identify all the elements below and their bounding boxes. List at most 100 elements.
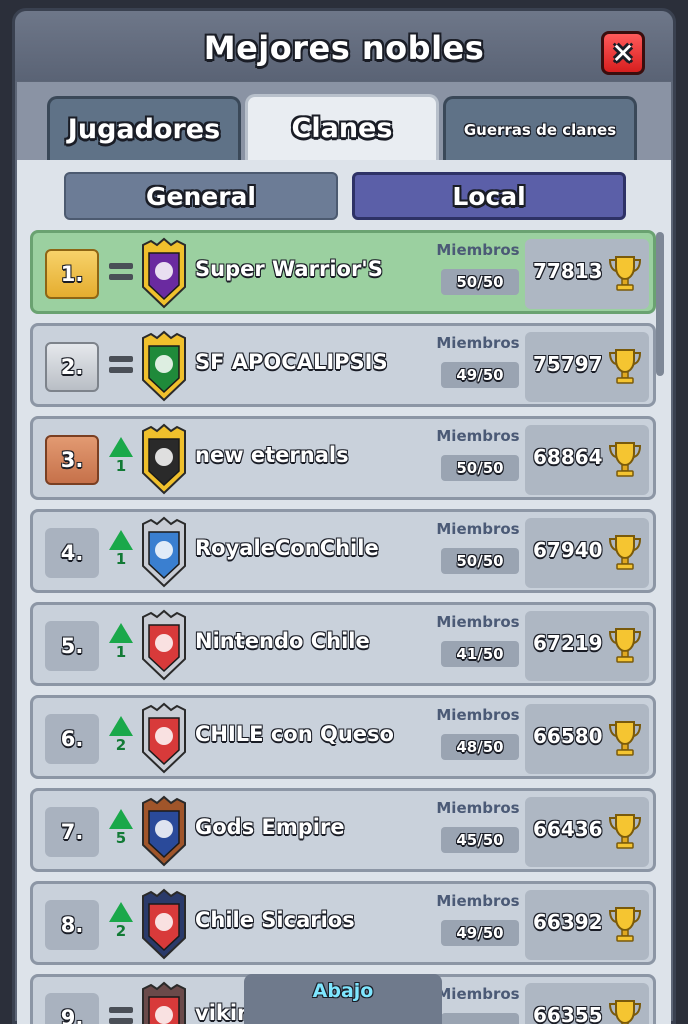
members-count: 49/50: [441, 920, 519, 946]
table-row[interactable]: 6. 2 CHILE con Queso Miembros 48/50 6658…: [30, 695, 656, 779]
trophy-count: 67219: [533, 631, 603, 655]
members-label: Miembros: [436, 520, 520, 538]
members-count: 49/50: [441, 362, 519, 388]
trophy-icon: [608, 907, 642, 942]
rank-trend: 5: [107, 807, 135, 857]
clan-badge-icon: [142, 423, 186, 495]
trophy-count: 66580: [533, 724, 603, 748]
filter-general-button[interactable]: General: [64, 172, 338, 220]
rank-badge: 9.: [45, 993, 99, 1024]
trophy-icon: [608, 256, 642, 291]
clan-badge-icon: [142, 888, 186, 960]
rank-trend: [107, 993, 135, 1024]
trophy-count: 75797: [533, 352, 603, 376]
members-label: Miembros: [436, 334, 520, 352]
rank-up-icon: [109, 902, 133, 922]
members-count: 48/50: [441, 734, 519, 760]
rank-trend: [107, 249, 135, 299]
trophy-icon: [608, 349, 642, 384]
rank-badge: 6.: [45, 714, 99, 764]
clan-name: Super Warrior'S: [195, 257, 383, 281]
table-row[interactable]: 5. 1 Nintendo Chile Miembros 41/50 67219: [30, 602, 656, 686]
table-row[interactable]: 4. 1 RoyaleConChile Miembros 50/50 67940: [30, 509, 656, 593]
members-count: [441, 1013, 519, 1024]
trophy-box: 66580: [525, 704, 649, 774]
rank-up-icon: [109, 437, 133, 457]
scrollbar[interactable]: [656, 232, 664, 376]
scroll-bottom-button[interactable]: Abajo: [244, 974, 442, 1024]
trophy-icon: [608, 442, 642, 477]
close-icon: ✕: [611, 36, 635, 70]
tab-clans[interactable]: Clanes: [245, 94, 439, 160]
trophy-count: 66392: [533, 910, 603, 934]
rank-up-icon: [109, 716, 133, 736]
rank-trend: 2: [107, 714, 135, 764]
rank-trend: 1: [107, 435, 135, 485]
clan-badge-icon: [142, 330, 186, 402]
members-count: 41/50: [441, 641, 519, 667]
rank-up-icon: [109, 530, 133, 550]
members-label: Miembros: [436, 427, 520, 445]
members-count: 50/50: [441, 548, 519, 574]
trophy-box: 66436: [525, 797, 649, 867]
rank-trend: 1: [107, 621, 135, 671]
trophy-box: 66355: [525, 983, 649, 1024]
clan-badge-icon: [142, 981, 186, 1024]
clan-badge-icon: [142, 237, 186, 309]
trophy-icon: [608, 628, 642, 663]
trophy-count: 66436: [533, 817, 603, 841]
members-label: Miembros: [436, 799, 520, 817]
rank-up-icon: [109, 623, 133, 643]
trophy-box: 67940: [525, 518, 649, 588]
rank-badge: 1.: [45, 249, 99, 299]
trophy-icon: [608, 814, 642, 849]
rank-change: 1: [115, 643, 127, 661]
rank-up-icon: [109, 809, 133, 829]
rank-change: 1: [115, 550, 127, 568]
table-row[interactable]: 2. SF APOCALIPSIS Miembros 49/50 75797: [30, 323, 656, 407]
rank-change: 1: [115, 457, 127, 475]
rank-badge: 2.: [45, 342, 99, 392]
clan-badge-icon: [142, 702, 186, 774]
rank-badge: 4.: [45, 528, 99, 578]
trophy-count: 67940: [533, 538, 603, 562]
clan-badge-icon: [142, 795, 186, 867]
title-bar: Mejores nobles ✕: [15, 11, 673, 81]
members-count: 50/50: [441, 455, 519, 481]
trophy-count: 68864: [533, 445, 603, 469]
rank-trend: 2: [107, 900, 135, 950]
clan-name: Nintendo Chile: [195, 629, 370, 653]
table-row[interactable]: 8. 2 Chile Sicarios Miembros 49/50 66392: [30, 881, 656, 965]
members-count: 45/50: [441, 827, 519, 853]
rank-change: 2: [115, 736, 127, 754]
members-label: Miembros: [436, 613, 520, 631]
tab-players[interactable]: Jugadores: [47, 96, 241, 160]
rank-change: 5: [115, 829, 127, 847]
clan-name: new eternals: [195, 443, 349, 467]
table-row[interactable]: 7. 5 Gods Empire Miembros 45/50 66436: [30, 788, 656, 872]
table-row[interactable]: 1. Super Warrior'S Miembros 50/50 77813: [30, 230, 656, 314]
trophy-box: 66392: [525, 890, 649, 960]
close-button[interactable]: ✕: [601, 31, 645, 75]
rank-trend: [107, 342, 135, 392]
clan-name: RoyaleConChile: [195, 536, 379, 560]
members-label: Miembros: [436, 706, 520, 724]
clan-name: Chile Sicarios: [195, 908, 355, 932]
rank-change: 2: [115, 922, 127, 940]
clan-badge-icon: [142, 609, 186, 681]
clan-name: Gods Empire: [195, 815, 345, 839]
rank-badge: 3.: [45, 435, 99, 485]
members-label: Miembros: [436, 892, 520, 910]
trophy-box: 67219: [525, 611, 649, 681]
filter-local-button[interactable]: Local: [352, 172, 626, 220]
trophy-icon: [608, 1000, 642, 1024]
rank-unchanged-icon: [109, 356, 133, 374]
trophy-box: 75797: [525, 332, 649, 402]
members-label: Miembros: [436, 985, 520, 1003]
trophy-icon: [608, 535, 642, 570]
tab-bar: Jugadores Clanes Guerras de clanes: [17, 82, 671, 162]
page-title: Mejores nobles: [203, 29, 485, 67]
table-row[interactable]: 3. 1 new eternals Miembros 50/50 68864: [30, 416, 656, 500]
rank-badge: 8.: [45, 900, 99, 950]
tab-clan-wars[interactable]: Guerras de clanes: [443, 96, 637, 160]
